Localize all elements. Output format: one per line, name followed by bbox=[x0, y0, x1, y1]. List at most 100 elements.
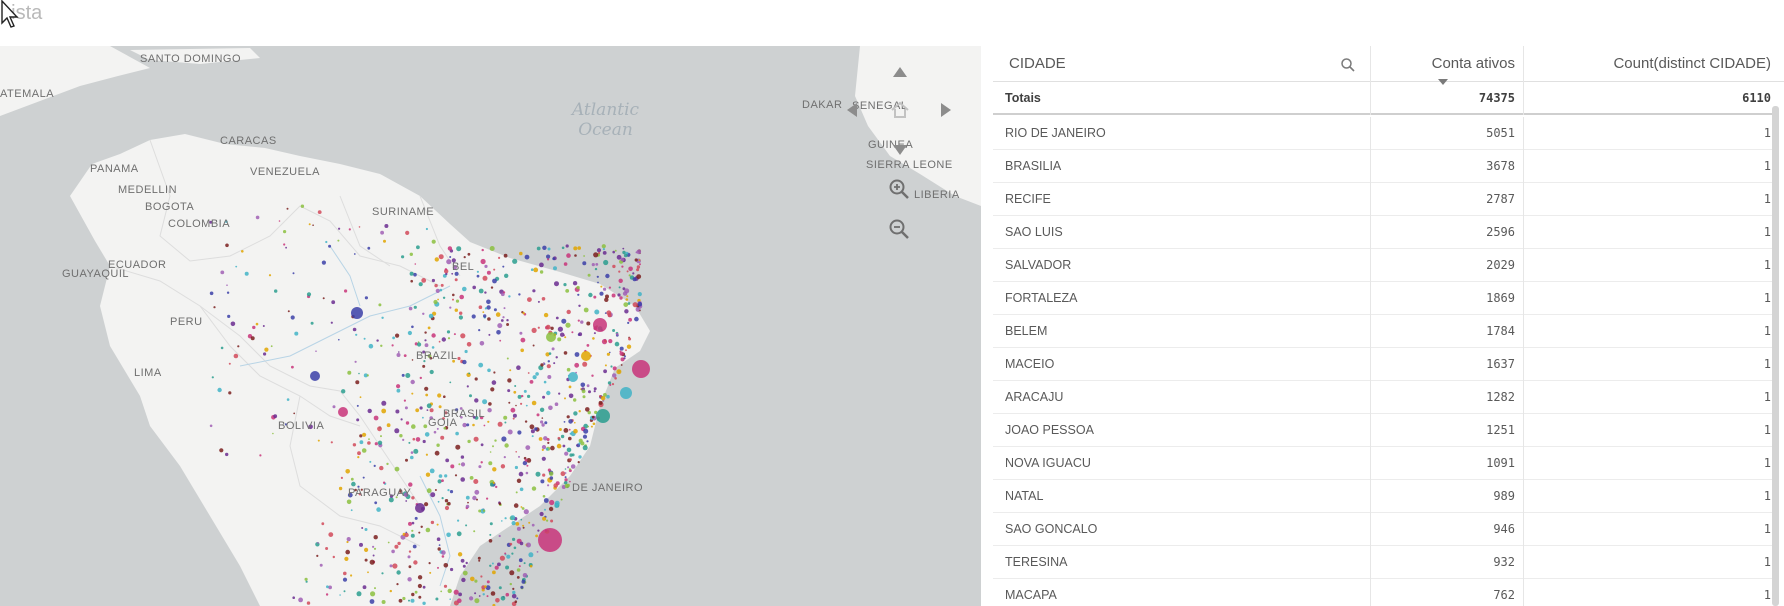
city-dot bbox=[563, 421, 566, 423]
map-label-paraguay: PARAGUAY bbox=[348, 487, 412, 499]
city-dot bbox=[625, 298, 629, 301]
city-dot bbox=[478, 559, 481, 562]
city-dot bbox=[408, 565, 412, 569]
table-row[interactable]: NOVA IGUACU 1091 1 bbox=[993, 447, 1779, 480]
city-dot bbox=[347, 370, 352, 375]
city-dot bbox=[462, 570, 468, 576]
city-dot bbox=[580, 382, 586, 388]
city-dot bbox=[499, 555, 505, 561]
city-dot bbox=[467, 439, 471, 444]
zoom-out-button[interactable] bbox=[888, 218, 910, 240]
cell-count-distinct: 1 bbox=[1523, 546, 1779, 579]
table-row[interactable]: TERESINA 932 1 bbox=[993, 546, 1779, 579]
city-dot bbox=[540, 479, 545, 484]
table-row[interactable]: BELEM 1784 1 bbox=[993, 315, 1779, 348]
data-table: CIDADE Conta ativos Count(distinct CIDAD… bbox=[993, 46, 1784, 606]
city-dot bbox=[550, 445, 555, 451]
city-dot bbox=[495, 485, 498, 489]
table-row[interactable]: BRASILIA 3678 1 bbox=[993, 150, 1779, 183]
pan-right-button[interactable] bbox=[940, 102, 952, 118]
city-dot bbox=[487, 368, 491, 373]
city-dot bbox=[482, 399, 488, 405]
pan-down-button[interactable] bbox=[892, 144, 908, 156]
city-dot bbox=[447, 489, 450, 492]
table-row[interactable]: RIO DE JANEIRO 5051 1 bbox=[993, 117, 1779, 150]
table-scrollbar[interactable] bbox=[1772, 106, 1779, 606]
city-dot bbox=[438, 405, 442, 409]
table-row[interactable]: RECIFE 2787 1 bbox=[993, 183, 1779, 216]
city-dot bbox=[431, 346, 435, 349]
map-view[interactable]: Atlantic Ocean SANTO DOMINGO ATEMALA CAR… bbox=[0, 46, 981, 606]
table-row[interactable]: MACAPA 762 1 bbox=[993, 579, 1779, 606]
city-dot bbox=[337, 239, 340, 242]
city-dot bbox=[316, 554, 319, 557]
city-dot bbox=[520, 348, 524, 353]
city-dot bbox=[474, 489, 480, 495]
city-dot bbox=[563, 351, 568, 355]
city-dot bbox=[488, 539, 493, 543]
city-dot bbox=[264, 347, 269, 352]
city-dot bbox=[359, 542, 363, 547]
table-row[interactable]: SAO LUIS 2596 1 bbox=[993, 216, 1779, 249]
header-count-distinct[interactable]: Count(distinct CIDADE) bbox=[1523, 46, 1779, 82]
city-dot bbox=[486, 580, 490, 584]
pan-up-button[interactable] bbox=[892, 66, 908, 78]
city-dot bbox=[526, 542, 531, 548]
city-dot bbox=[434, 257, 439, 262]
city-dot bbox=[319, 563, 323, 567]
city-dot bbox=[478, 329, 481, 332]
cell-count-distinct: 1 bbox=[1523, 513, 1779, 546]
city-dot bbox=[352, 443, 357, 447]
city-dot bbox=[379, 465, 384, 471]
city-dot bbox=[521, 507, 525, 510]
city-dot bbox=[459, 294, 465, 300]
city-dot bbox=[351, 481, 356, 487]
city-dot bbox=[518, 558, 523, 563]
table-row[interactable]: JOAO PESSOA 1251 1 bbox=[993, 414, 1779, 447]
city-dot bbox=[627, 321, 630, 324]
city-dot bbox=[492, 481, 495, 484]
city-dot bbox=[414, 516, 418, 520]
city-dot bbox=[601, 244, 606, 249]
city-dot bbox=[437, 547, 441, 551]
city-dot bbox=[598, 400, 603, 405]
city-dot bbox=[592, 422, 596, 426]
city-dot bbox=[605, 273, 610, 279]
city-dot bbox=[582, 434, 588, 439]
city-dot bbox=[464, 349, 468, 354]
city-dot bbox=[424, 339, 427, 342]
city-dot bbox=[516, 365, 521, 371]
city-dot bbox=[419, 376, 422, 380]
search-icon[interactable] bbox=[1340, 57, 1356, 73]
cell-conta-ativos: 932 bbox=[1370, 546, 1523, 579]
city-dot bbox=[497, 421, 503, 427]
city-dot bbox=[457, 519, 460, 522]
table-row[interactable]: FORTALEZA 1869 1 bbox=[993, 282, 1779, 315]
city-dot bbox=[563, 262, 568, 266]
city-dot bbox=[420, 525, 423, 528]
city-dot bbox=[531, 435, 534, 438]
map-label-caracas: CARACAS bbox=[220, 135, 277, 147]
pan-left-button[interactable] bbox=[846, 102, 858, 118]
header-conta-ativos[interactable]: Conta ativos bbox=[1370, 46, 1523, 82]
city-dot bbox=[308, 223, 311, 226]
city-dot bbox=[338, 227, 341, 230]
table-row[interactable]: ARACAJU 1282 1 bbox=[993, 381, 1779, 414]
city-dot bbox=[571, 331, 574, 334]
city-dot bbox=[480, 258, 486, 265]
city-dot bbox=[524, 458, 528, 462]
home-button[interactable] bbox=[890, 101, 910, 119]
city-dot bbox=[514, 465, 519, 470]
city-dot bbox=[516, 526, 521, 531]
header-cidade[interactable]: CIDADE bbox=[993, 46, 1370, 82]
city-dot bbox=[529, 424, 535, 430]
table-row[interactable]: SAO GONCALO 946 1 bbox=[993, 513, 1779, 546]
table-row[interactable]: SALVADOR 2029 1 bbox=[993, 249, 1779, 282]
table-row[interactable]: NATAL 989 1 bbox=[993, 480, 1779, 513]
city-dot bbox=[533, 267, 539, 273]
zoom-in-button[interactable] bbox=[888, 178, 910, 200]
table-row[interactable]: MACEIO 1637 1 bbox=[993, 348, 1779, 381]
city-dot bbox=[460, 462, 466, 467]
city-dot bbox=[433, 430, 437, 434]
city-dot bbox=[518, 293, 521, 296]
